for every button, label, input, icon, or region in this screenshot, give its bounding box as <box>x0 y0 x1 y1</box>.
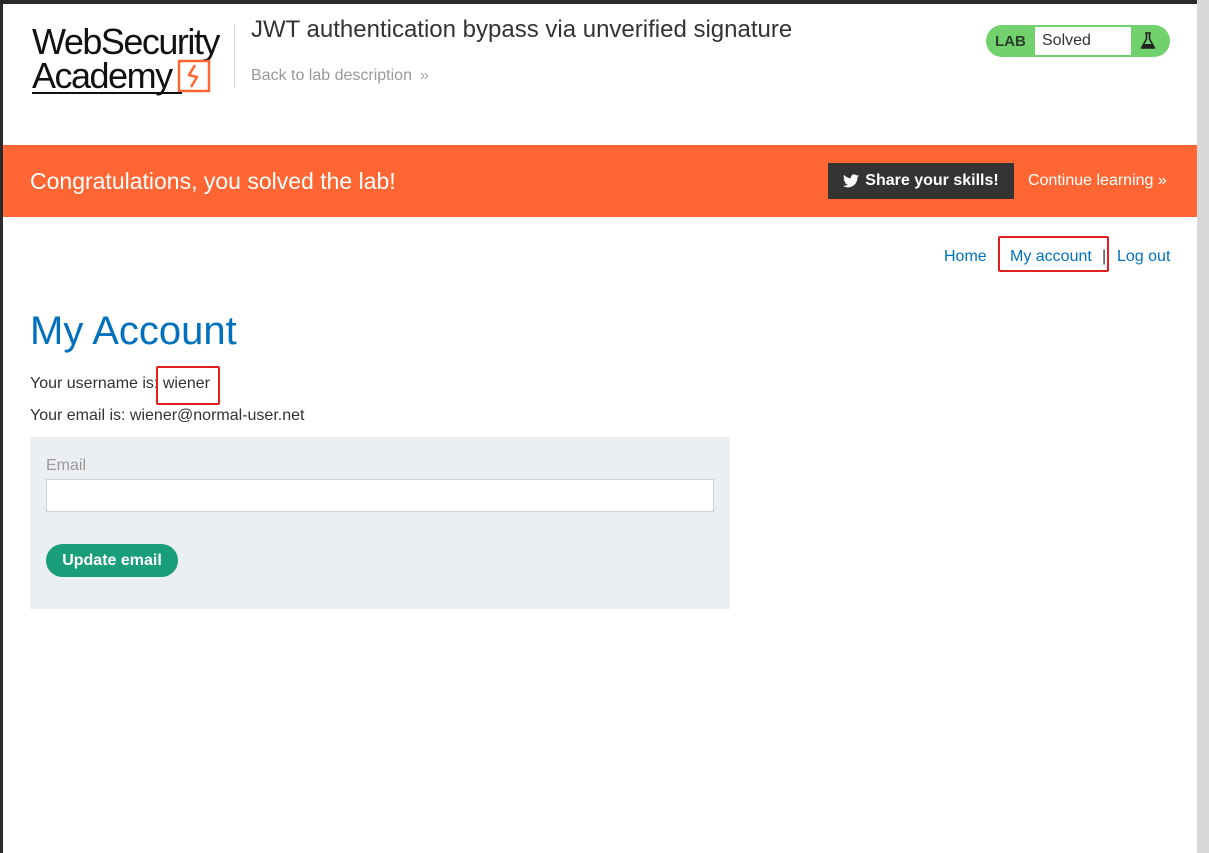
username-label: Your username is: <box>30 375 159 392</box>
username-highlight-box <box>156 366 220 405</box>
window-left-edge <box>0 0 3 853</box>
email-value: wiener@normal-user.net <box>129 407 305 424</box>
back-to-lab-description-link[interactable]: Back to lab description » <box>251 67 429 85</box>
twitter-icon <box>843 174 860 188</box>
lab-status-label: LAB <box>995 33 1026 50</box>
scrollbar-track[interactable] <box>1197 0 1209 853</box>
back-link-label: Back to lab description <box>251 67 412 84</box>
nav-log-out-link[interactable]: Log out <box>1117 248 1170 266</box>
update-email-button[interactable]: Update email <box>46 544 178 577</box>
continue-learning-label: Continue learning <box>1028 172 1154 189</box>
lab-status-value: Solved <box>1034 26 1132 56</box>
my-account-highlight-box <box>998 236 1109 272</box>
email-field-label: Email <box>46 457 87 474</box>
logo-underline <box>32 92 182 94</box>
lab-title: JWT authentication bypass via unverified… <box>251 16 793 43</box>
double-chevron-right-icon: » <box>1157 172 1167 189</box>
update-email-form: Email Update email <box>30 437 730 609</box>
header-divider <box>234 24 235 88</box>
flask-icon <box>1140 32 1156 49</box>
email-line: Your email is: wiener@normal-user.net <box>30 407 304 425</box>
solved-banner: Congratulations, you solved the lab! Sha… <box>3 145 1197 217</box>
email-field[interactable] <box>46 479 714 512</box>
lab-status-widget: LAB Solved <box>986 25 1170 57</box>
continue-learning-link[interactable]: Continue learning » <box>1028 172 1167 190</box>
solved-message: Congratulations, you solved the lab! <box>30 168 396 194</box>
double-chevron-right-icon: » <box>419 67 429 84</box>
email-label: Your email is: <box>30 407 126 424</box>
window-top-edge <box>0 0 1209 4</box>
page-title: My Account <box>30 309 237 353</box>
nav-home-link[interactable]: Home <box>944 248 987 266</box>
share-skills-button[interactable]: Share your skills! <box>828 163 1014 199</box>
web-security-academy-logo[interactable]: WebSecurity Academy <box>32 24 232 96</box>
share-skills-label: Share your skills! <box>865 172 999 189</box>
logo-text-academy: Academy <box>32 55 173 96</box>
logo-flag-icon <box>177 59 211 93</box>
